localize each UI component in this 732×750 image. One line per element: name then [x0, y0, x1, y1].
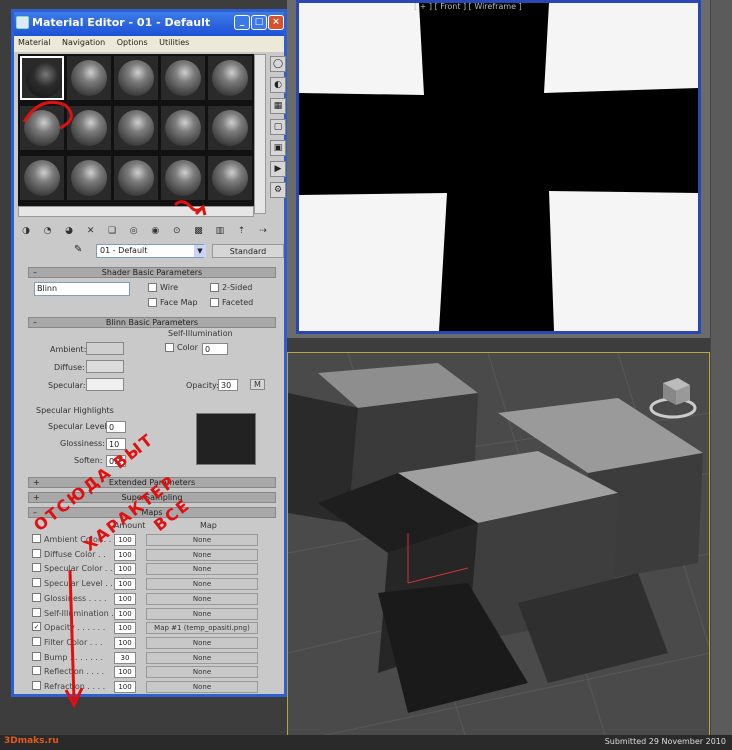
site-logo: 3Dmaks.ru — [4, 736, 59, 746]
red-annotation — [22, 100, 207, 709]
status-bar: 3Dmaks.ru Submitted 29 November 2010 — [0, 735, 732, 750]
submitted-date: Submitted 29 November 2010 — [604, 737, 726, 746]
